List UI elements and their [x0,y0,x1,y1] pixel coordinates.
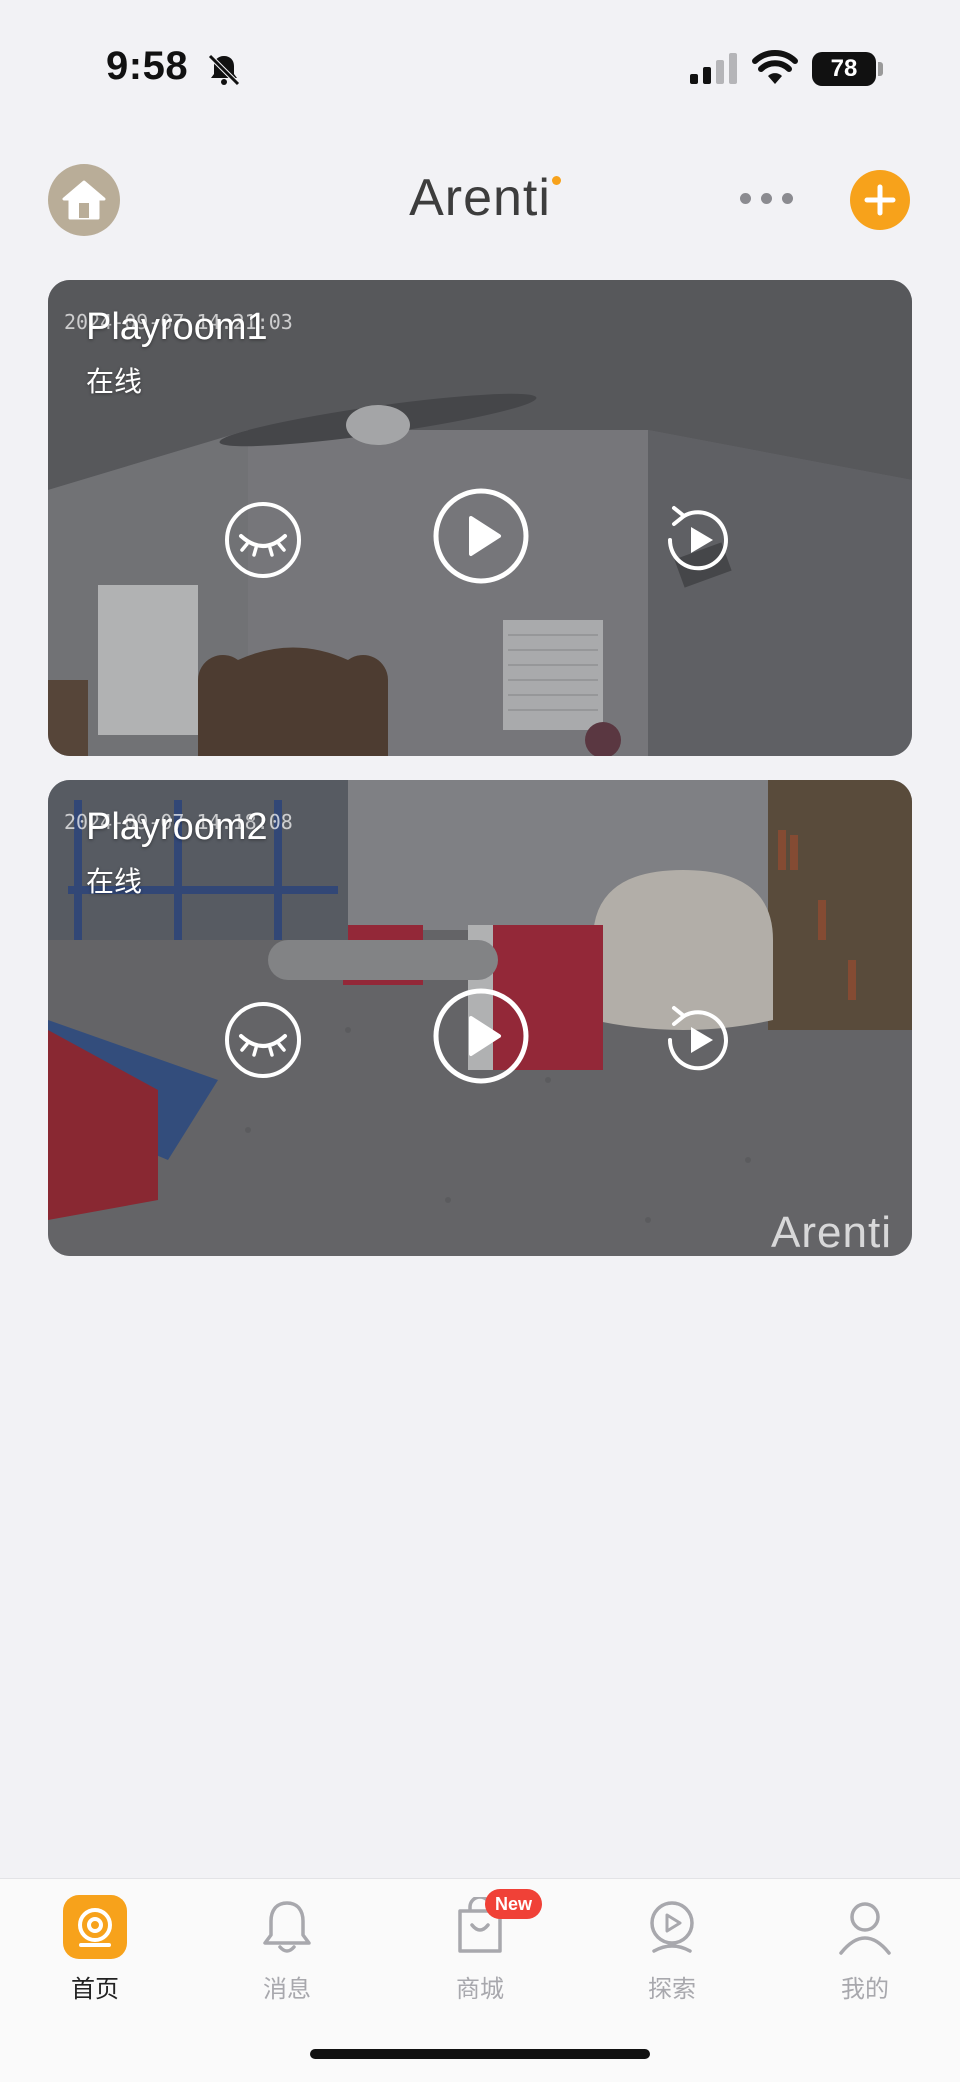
explore-camera-icon [640,1895,704,1959]
profile-icon [833,1895,897,1959]
closed-eye-icon [225,502,301,578]
camera-home-icon [63,1895,127,1959]
tab-label: 商城 [456,1976,504,2003]
camera-status: 在线 [86,366,143,397]
replay-icon [667,1006,728,1071]
sleep-mode-button[interactable] [223,500,303,580]
bell-icon [255,1895,319,1959]
battery-indicator: 78 [812,52,876,86]
more-options-button[interactable] [740,186,800,210]
play-icon [433,988,529,1084]
app-header: Arenti [0,160,960,236]
brand-logo-dot [552,176,561,185]
closed-eye-icon [225,1002,301,1078]
status-bar: 9:58 78 [0,0,960,130]
camera-status: 在线 [86,866,143,897]
tab-label: 首页 [71,1976,119,2003]
more-dot-icon [761,192,772,204]
tab-shop[interactable]: New 商城 [405,1889,555,2003]
sleep-mode-button[interactable] [223,1000,303,1080]
battery-tip [878,62,883,76]
silent-bell-icon [208,54,240,86]
playback-button[interactable] [658,500,738,580]
tab-profile[interactable]: 我的 [790,1889,940,2003]
tab-label: 我的 [841,1976,889,2003]
new-badge: New [485,1889,543,1919]
home-indicator[interactable] [310,2049,650,2059]
camera-card-playroom2[interactable]: 2024-09-07 14:18:08 Playroom2 在线 Arenti [48,780,912,1256]
tab-home[interactable]: 首页 [20,1889,170,2003]
cellular-signal-icon [690,53,737,84]
status-time: 9:58 [106,44,189,88]
replay-icon [667,506,728,571]
camera-name: Playroom2 [86,806,268,848]
camera-card-playroom1[interactable]: 2024-09-07 14:21:03 Playroom1 在线 [48,280,912,756]
camera-lens-icon [78,1908,112,1947]
tab-home-icon-wrap [63,1895,127,1959]
brand-logo: Arenti [409,169,551,227]
add-device-button[interactable] [850,170,910,230]
live-play-button[interactable] [431,486,531,586]
playback-button[interactable] [658,1000,738,1080]
plus-icon [864,184,896,216]
tab-label: 探索 [648,1976,696,2003]
more-dot-icon [782,192,793,204]
tab-label: 消息 [263,1976,311,2003]
play-icon [433,488,529,584]
tab-messages[interactable]: 消息 [212,1889,362,2003]
more-dot-icon [740,192,751,204]
camera-watermark: Arenti [771,1208,892,1256]
camera-name: Playroom1 [86,306,268,348]
wifi-icon [752,50,798,84]
live-play-button[interactable] [431,986,531,1086]
tab-explore[interactable]: 探索 [597,1889,747,2003]
